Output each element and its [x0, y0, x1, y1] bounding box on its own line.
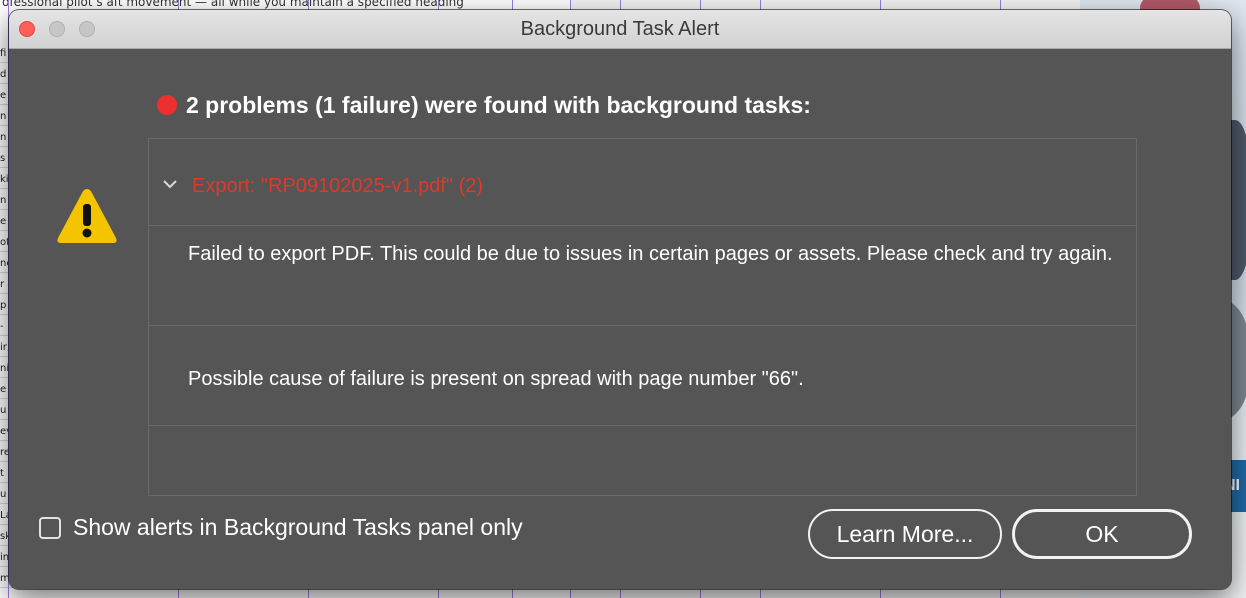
export-task-label: Export: "RP09102025-v1.pdf" (2) — [192, 175, 484, 197]
warning-triangle-icon — [57, 189, 117, 243]
background-text-fragment: e — [0, 384, 7, 395]
list-item-empty — [149, 426, 1136, 496]
background-text-fragment: e — [0, 216, 7, 227]
background-text-fragment: u — [0, 489, 7, 500]
background-top-text: ofessional pilot s aft movement — all wh… — [2, 0, 464, 9]
title-bar: Background Task Alert — [9, 10, 1231, 49]
background-text-fragment: p — [0, 300, 7, 311]
cause-message: Possible cause of failure is present on … — [188, 368, 804, 390]
failure-message: Failed to export PDF. This could be due … — [188, 243, 1113, 265]
alert-headline: 2 problems (1 failure) were found with b… — [157, 90, 811, 120]
background-text-fragment: t — [0, 468, 4, 479]
background-text-fragment: - — [0, 321, 4, 332]
background-text-fragment: n — [0, 132, 7, 143]
task-row-export[interactable]: Export: "RP09102025-v1.pdf" (2) — [149, 139, 1136, 226]
ok-button[interactable]: OK — [1012, 509, 1192, 559]
show-alerts-label: Show alerts in Background Tasks panel on… — [73, 514, 523, 540]
show-alerts-checkbox[interactable] — [39, 516, 61, 539]
headline-text: 2 problems (1 failure) were found with b… — [186, 91, 811, 118]
learn-more-button[interactable]: Learn More... — [808, 509, 1002, 559]
background-text-fragment: s — [0, 153, 6, 164]
window-title: Background Task Alert — [520, 18, 720, 40]
alert-dialog: Background Task Alert 2 problems (1 fail… — [9, 10, 1231, 589]
background-text-fragment: u — [0, 405, 7, 416]
background-text-fragment: e — [0, 90, 7, 101]
list-item: Possible cause of failure is present on … — [149, 326, 1136, 426]
list-item: Failed to export PDF. This could be due … — [149, 226, 1136, 326]
chevron-down-icon[interactable] — [162, 179, 178, 189]
red-dot-icon — [157, 95, 177, 115]
task-problem-list: Export: "RP09102025-v1.pdf" (2) Failed t… — [148, 138, 1137, 496]
show-alerts-option[interactable]: Show alerts in Background Tasks panel on… — [39, 514, 523, 541]
background-text-fragment: n — [0, 111, 7, 122]
background-text-fragment: fi — [0, 48, 7, 59]
background-text-fragment: d — [0, 69, 7, 80]
background-text-fragment: n — [0, 195, 7, 206]
